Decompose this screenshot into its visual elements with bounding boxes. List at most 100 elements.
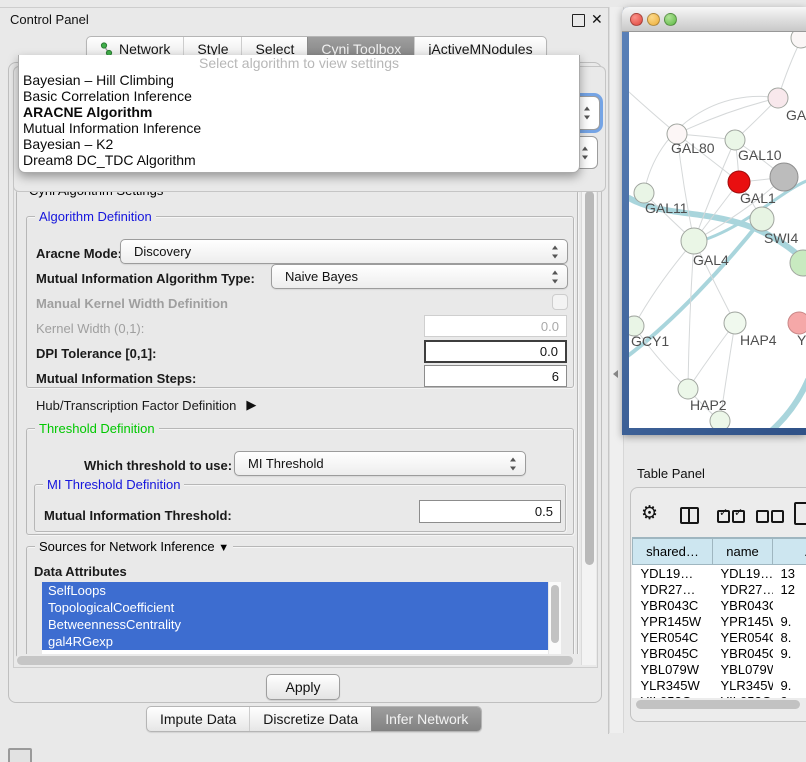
algorithm-option-bayesian-k2[interactable]: Bayesian – K2 [19,136,579,152]
table-cell[interactable]: YER054C [713,629,773,645]
network-canvas[interactable]: GALGAL80GAL10GAL1GAL11SWI4GAL4HAP4YGCY1H… [629,32,806,428]
kernel-width-field[interactable]: 0.0 [424,315,567,337]
sources-legend[interactable]: Sources for Network Inference ▼ [35,539,233,554]
network-node-label-hap4: HAP4 [740,332,777,348]
minimize-traffic-light-icon[interactable] [647,13,660,26]
table-row[interactable]: YBR045CYBR045C9. [633,645,806,661]
algorithm-option-bayesian-hill-climbing[interactable]: Bayesian – Hill Climbing [19,72,579,88]
table-cell[interactable]: YDR27… [633,581,713,597]
attribute-item-gal4rgexp[interactable]: gal4RGexp [42,633,548,650]
which-threshold-combobox[interactable]: MI Threshold [234,451,526,476]
gear-icon[interactable]: ⚙ [641,502,658,525]
table-column-header-shared[interactable]: shared… [633,539,713,565]
new-table-icon[interactable] [794,502,806,525]
mi-threshold-label: Mutual Information Threshold: [44,508,232,523]
column-view-icon[interactable] [680,507,699,524]
table-cell[interactable]: YDR27… [713,581,773,597]
unselect-all-columns-icon-2[interactable] [771,510,784,523]
aracne-mode-combobox[interactable]: Discovery [120,239,568,264]
algorithm-option-mutual-information-inference[interactable]: Mutual Information Inference [19,120,579,136]
table-cell[interactable]: YBL079W [633,661,713,677]
table-cell[interactable]: YBR043C [633,597,713,613]
mi-threshold-field[interactable]: 0.5 [419,500,561,523]
network-node-pink-right[interactable] [788,312,806,334]
settings-hscrollbar[interactable] [15,654,586,666]
bottom-tabbar: Impute Data Discretize DataInfer Network [146,706,482,732]
attribute-item-selfloops[interactable]: SelfLoops [42,582,548,599]
network-node-bottom-partial[interactable] [710,411,730,428]
table-cell[interactable]: 13 [773,565,806,582]
float-icon[interactable] [572,14,585,27]
table-cell[interactable]: YPR145W [713,613,773,629]
table-row[interactable]: YBR043CYBR043C [633,597,806,613]
table-column-header-name[interactable]: name [713,539,773,565]
table-column-header-a[interactable]: A [773,539,806,565]
network-edge [677,98,778,134]
zoom-traffic-light-icon[interactable] [664,13,677,26]
algorithm-option-basic-correlation-inference[interactable]: Basic Correlation Inference [19,88,579,104]
table-cell[interactable]: YBR043C [713,597,773,613]
hub-expander[interactable]: Hub/Transcription Factor Definition ▶ [36,397,256,413]
table-row[interactable]: YPR145WYPR145W9. [633,613,806,629]
network-node-top-partial[interactable] [791,32,806,48]
mi-steps-label: Mutual Information Steps: [36,371,196,386]
table-cell[interactable]: 9. [773,645,806,661]
table-cell[interactable]: YBL079W [713,661,773,677]
tab-infer-network[interactable]: Infer Network [371,707,481,731]
algorithm-option-dream8-dc-tdc-algorithm[interactable]: Dream8 DC_TDC Algorithm [19,152,579,168]
splitter-collapse-arrow-icon[interactable] [613,370,618,378]
tab-label: Impute Data [160,711,236,727]
node-table[interactable]: shared…nameA YDL19…YDL19…13YDR27…YDR27…1… [632,538,806,698]
select-all-columns-icon[interactable]: ✓ [717,510,730,523]
table-row[interactable]: YER054CYER054C8. [633,629,806,645]
network-view-window[interactable]: GALGAL80GAL10GAL1GAL11SWI4GAL4HAP4YGCY1H… [622,7,806,435]
tab-discretize-data[interactable]: Discretize Data [249,707,371,731]
close-traffic-light-icon[interactable] [630,13,643,26]
network-node-hap2[interactable] [678,379,698,399]
network-node-label-y: Y [797,332,806,348]
table-cell[interactable]: YLR345W [633,677,713,693]
table-row[interactable]: YLR345WYLR345W9. [633,677,806,693]
network-node-gal4[interactable] [681,228,707,254]
table-cell[interactable]: YDL19… [633,565,713,582]
which-threshold-label: Which threshold to use: [84,458,232,473]
table-cell[interactable]: 8. [773,629,806,645]
table-row[interactable]: YDR27…YDR27…12 [633,581,806,597]
attribute-item-topologicalcoefficient[interactable]: TopologicalCoefficient [42,599,548,616]
tab-impute-data[interactable]: Impute Data [147,707,249,731]
mi-steps-field[interactable]: 6 [424,365,567,387]
close-icon[interactable]: ✕ [591,11,603,28]
table-cell[interactable]: YLR345W [713,677,773,693]
algorithm-option-aracne-algorithm[interactable]: ARACNE Algorithm [19,104,579,120]
table-row[interactable]: YDL19…YDL19…13 [633,565,806,582]
attributes-scrollbar[interactable] [549,582,561,655]
settings-vscrollbar[interactable] [581,188,596,665]
table-cell[interactable] [773,597,806,613]
unselect-all-columns-icon[interactable] [756,510,769,523]
mi-algorithm-type-value: Naive Bayes [285,269,358,284]
network-node-label-hap2: HAP2 [690,397,727,413]
network-node-gray-node[interactable] [770,163,798,191]
collapsed-panel-button[interactable] [8,748,32,762]
select-all-columns-icon-2[interactable]: ✓ [732,510,745,523]
table-hscrollbar[interactable] [632,698,806,710]
apply-button[interactable]: Apply [266,674,340,700]
table-cell[interactable] [773,661,806,677]
table-cell[interactable]: YBR045C [633,645,713,661]
table-cell[interactable]: YER054C [633,629,713,645]
table-cell[interactable]: YPR145W [633,613,713,629]
table-cell[interactable]: 9. [773,613,806,629]
table-cell[interactable]: YDL19… [713,565,773,582]
network-window-titlebar[interactable] [622,7,806,32]
attribute-item-betweennesscentrality[interactable]: BetweennessCentrality [42,616,548,633]
dpi-tolerance-field[interactable]: 0.0 [424,340,567,363]
table-row[interactable]: YBL079WYBL079W [633,661,806,677]
network-node-pink-topright[interactable] [768,88,788,108]
network-node-swi4[interactable] [750,207,774,231]
table-cell[interactable]: 12 [773,581,806,597]
manual-kernel-width-checkbox[interactable] [552,294,568,310]
table-cell[interactable]: YBR045C [713,645,773,661]
mi-algorithm-type-combobox[interactable]: Naive Bayes [271,264,568,289]
table-cell[interactable]: 9. [773,677,806,693]
network-node-hap4[interactable] [724,312,746,334]
